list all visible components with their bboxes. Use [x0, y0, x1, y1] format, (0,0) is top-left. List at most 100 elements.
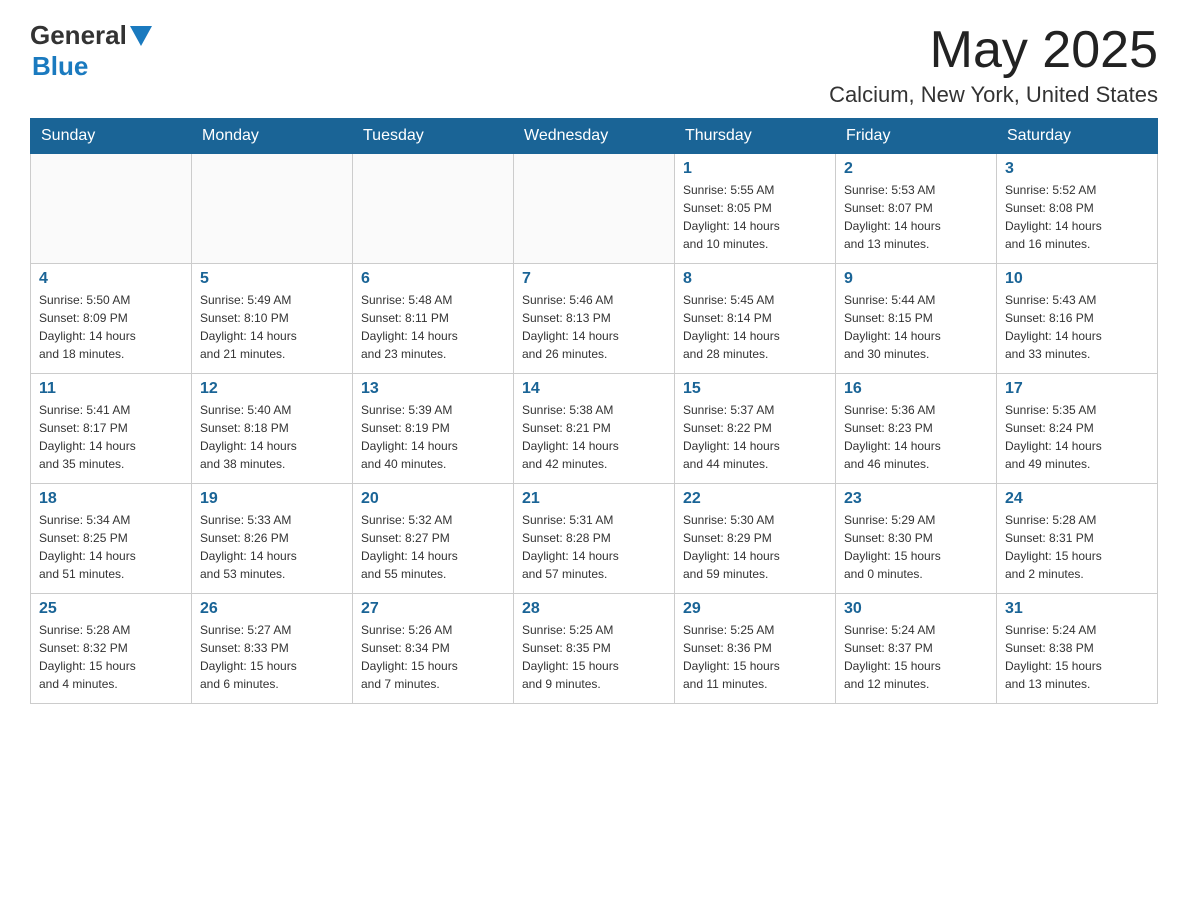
- day-info: Sunrise: 5:55 AMSunset: 8:05 PMDaylight:…: [683, 181, 827, 253]
- table-row: 14 Sunrise: 5:38 AMSunset: 8:21 PMDayligh…: [514, 374, 675, 484]
- col-sunday: Sunday: [31, 119, 192, 154]
- calendar-week-row: 4 Sunrise: 5:50 AMSunset: 8:09 PMDaylight…: [31, 264, 1158, 374]
- calendar-header: Sunday Monday Tuesday Wednesday Thursday…: [31, 119, 1158, 154]
- table-row: 5Sunrise: 5:49 AMSunset: 8:10 PMDaylight…: [192, 264, 353, 374]
- day-info: Sunrise: 5:30 AMSunset: 8:29 PMDaylight:…: [683, 511, 827, 583]
- day-info: Sunrise: 5:41 AMSunset: 8:17 PMDaylight:…: [39, 401, 183, 473]
- table-row: 18 Sunrise: 5:34 AMSunset: 8:25 PMDayligh…: [31, 484, 192, 594]
- table-row: 2 Sunrise: 5:53 AMSunset: 8:07 PMDaylight…: [836, 154, 997, 264]
- col-thursday: Thursday: [675, 119, 836, 154]
- table-row: 20Sunrise: 5:32 AMSunset: 8:27 PMDayligh…: [353, 484, 514, 594]
- day-info: Sunrise: 5:50 AMSunset: 8:09 PMDaylight:…: [39, 291, 183, 363]
- calendar-week-row: 25 Sunrise: 5:28 AMSunset: 8:32 PMDayligh…: [31, 594, 1158, 704]
- day-number: 1: [683, 160, 827, 178]
- days-of-week-row: Sunday Monday Tuesday Wednesday Thursday…: [31, 119, 1158, 154]
- calendar-week-row: 18 Sunrise: 5:34 AMSunset: 8:25 PMDayligh…: [31, 484, 1158, 594]
- day-number: 14: [522, 380, 666, 398]
- day-number: 30: [844, 600, 988, 618]
- title-area: May 2025 Calcium, New York, United State…: [829, 20, 1158, 108]
- table-row: 8 Sunrise: 5:45 AMSunset: 8:14 PMDaylight…: [675, 264, 836, 374]
- table-row: [192, 154, 353, 264]
- day-number: 15: [683, 380, 827, 398]
- calendar-week-row: 1 Sunrise: 5:55 AMSunset: 8:05 PMDaylight…: [31, 154, 1158, 264]
- day-info: Sunrise: 5:31 AMSunset: 8:28 PMDaylight:…: [522, 511, 666, 583]
- col-wednesday: Wednesday: [514, 119, 675, 154]
- table-row: 12Sunrise: 5:40 AMSunset: 8:18 PMDayligh…: [192, 374, 353, 484]
- table-row: [353, 154, 514, 264]
- table-row: 27 Sunrise: 5:26 AMSunset: 8:34 PMDayligh…: [353, 594, 514, 704]
- table-row: 7Sunrise: 5:46 AMSunset: 8:13 PMDaylight…: [514, 264, 675, 374]
- logo: General Blue: [30, 20, 152, 82]
- day-info: Sunrise: 5:45 AMSunset: 8:14 PMDaylight:…: [683, 291, 827, 363]
- logo-general-text: General: [30, 20, 127, 51]
- day-number: 9: [844, 270, 988, 288]
- day-number: 12: [200, 380, 344, 398]
- table-row: 31 Sunrise: 5:24 AMSunset: 8:38 PMDayligh…: [997, 594, 1158, 704]
- day-number: 28: [522, 600, 666, 618]
- day-number: 21: [522, 490, 666, 508]
- table-row: 17Sunrise: 5:35 AMSunset: 8:24 PMDayligh…: [997, 374, 1158, 484]
- day-info: Sunrise: 5:53 AMSunset: 8:07 PMDaylight:…: [844, 181, 988, 253]
- day-info: Sunrise: 5:25 AMSunset: 8:36 PMDaylight:…: [683, 621, 827, 693]
- page-header: General Blue May 2025 Calcium, New York,…: [30, 20, 1158, 108]
- day-number: 18: [39, 490, 183, 508]
- day-info: Sunrise: 5:28 AMSunset: 8:32 PMDaylight:…: [39, 621, 183, 693]
- day-number: 27: [361, 600, 505, 618]
- logo-blue-text: Blue: [32, 51, 88, 82]
- table-row: 3Sunrise: 5:52 AMSunset: 8:08 PMDaylight…: [997, 154, 1158, 264]
- day-number: 25: [39, 600, 183, 618]
- table-row: 10Sunrise: 5:43 AMSunset: 8:16 PMDayligh…: [997, 264, 1158, 374]
- day-info: Sunrise: 5:39 AMSunset: 8:19 PMDaylight:…: [361, 401, 505, 473]
- table-row: [31, 154, 192, 264]
- calendar-week-row: 11 Sunrise: 5:41 AMSunset: 8:17 PMDayligh…: [31, 374, 1158, 484]
- col-monday: Monday: [192, 119, 353, 154]
- logo-arrow-icon: [130, 26, 152, 46]
- day-info: Sunrise: 5:24 AMSunset: 8:38 PMDaylight:…: [1005, 621, 1149, 693]
- day-number: 5: [200, 270, 344, 288]
- day-info: Sunrise: 5:43 AMSunset: 8:16 PMDaylight:…: [1005, 291, 1149, 363]
- table-row: 29 Sunrise: 5:25 AMSunset: 8:36 PMDayligh…: [675, 594, 836, 704]
- day-info: Sunrise: 5:28 AMSunset: 8:31 PMDaylight:…: [1005, 511, 1149, 583]
- table-row: 9 Sunrise: 5:44 AMSunset: 8:15 PMDaylight…: [836, 264, 997, 374]
- day-number: 4: [39, 270, 183, 288]
- table-row: 1 Sunrise: 5:55 AMSunset: 8:05 PMDaylight…: [675, 154, 836, 264]
- day-number: 2: [844, 160, 988, 178]
- table-row: [514, 154, 675, 264]
- day-number: 26: [200, 600, 344, 618]
- day-info: Sunrise: 5:44 AMSunset: 8:15 PMDaylight:…: [844, 291, 988, 363]
- day-number: 6: [361, 270, 505, 288]
- col-tuesday: Tuesday: [353, 119, 514, 154]
- table-row: 16 Sunrise: 5:36 AMSunset: 8:23 PMDayligh…: [836, 374, 997, 484]
- col-friday: Friday: [836, 119, 997, 154]
- day-info: Sunrise: 5:27 AMSunset: 8:33 PMDaylight:…: [200, 621, 344, 693]
- day-info: Sunrise: 5:25 AMSunset: 8:35 PMDaylight:…: [522, 621, 666, 693]
- calendar-table: Sunday Monday Tuesday Wednesday Thursday…: [30, 118, 1158, 704]
- table-row: 13 Sunrise: 5:39 AMSunset: 8:19 PMDayligh…: [353, 374, 514, 484]
- col-saturday: Saturday: [997, 119, 1158, 154]
- day-info: Sunrise: 5:26 AMSunset: 8:34 PMDaylight:…: [361, 621, 505, 693]
- day-number: 31: [1005, 600, 1149, 618]
- day-number: 11: [39, 380, 183, 398]
- day-info: Sunrise: 5:46 AMSunset: 8:13 PMDaylight:…: [522, 291, 666, 363]
- table-row: 21 Sunrise: 5:31 AMSunset: 8:28 PMDayligh…: [514, 484, 675, 594]
- table-row: 23Sunrise: 5:29 AMSunset: 8:30 PMDayligh…: [836, 484, 997, 594]
- day-info: Sunrise: 5:36 AMSunset: 8:23 PMDaylight:…: [844, 401, 988, 473]
- day-info: Sunrise: 5:52 AMSunset: 8:08 PMDaylight:…: [1005, 181, 1149, 253]
- table-row: 15 Sunrise: 5:37 AMSunset: 8:22 PMDayligh…: [675, 374, 836, 484]
- table-row: 22 Sunrise: 5:30 AMSunset: 8:29 PMDayligh…: [675, 484, 836, 594]
- day-info: Sunrise: 5:24 AMSunset: 8:37 PMDaylight:…: [844, 621, 988, 693]
- day-info: Sunrise: 5:38 AMSunset: 8:21 PMDaylight:…: [522, 401, 666, 473]
- day-number: 13: [361, 380, 505, 398]
- location-subtitle: Calcium, New York, United States: [829, 82, 1158, 108]
- logo-text: General: [30, 20, 152, 51]
- day-info: Sunrise: 5:48 AMSunset: 8:11 PMDaylight:…: [361, 291, 505, 363]
- day-number: 8: [683, 270, 827, 288]
- day-number: 20: [361, 490, 505, 508]
- day-number: 29: [683, 600, 827, 618]
- day-number: 22: [683, 490, 827, 508]
- day-info: Sunrise: 5:34 AMSunset: 8:25 PMDaylight:…: [39, 511, 183, 583]
- calendar-body: 1 Sunrise: 5:55 AMSunset: 8:05 PMDaylight…: [31, 154, 1158, 704]
- day-number: 16: [844, 380, 988, 398]
- table-row: 6 Sunrise: 5:48 AMSunset: 8:11 PMDaylight…: [353, 264, 514, 374]
- day-info: Sunrise: 5:37 AMSunset: 8:22 PMDaylight:…: [683, 401, 827, 473]
